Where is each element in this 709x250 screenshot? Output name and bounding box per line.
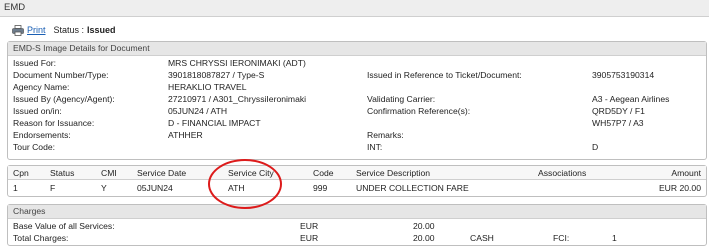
total-charges-label: Total Charges: <box>13 233 69 243</box>
charges-grid: Base Value of all Services: EUR 20.00 To… <box>8 219 706 246</box>
emd-details-heading: EMD-S Image Details for Document <box>8 42 706 56</box>
reason-label: Reason for Issuance: <box>13 118 95 128</box>
reason-value: D - FINANCIAL IMPACT <box>168 118 261 128</box>
status-label: Status : <box>53 25 85 35</box>
confirmation-reference-value-2: WH57P7 / A3 <box>592 118 644 128</box>
issued-for-value: MRS CHRYSSI IERONIMAKI (ADT) <box>168 58 306 68</box>
col-service-date: Service Date <box>137 168 187 178</box>
row-cmi: Y <box>101 183 107 193</box>
row-amount: EUR 20.00 <box>658 183 701 193</box>
col-code: Code <box>313 168 334 178</box>
agency-name-value: HERAKLIO TRAVEL <box>168 82 247 92</box>
services-table: Cpn Status CMI Service Date Service City… <box>7 165 707 197</box>
row-cpn: 1 <box>13 183 18 193</box>
base-value-currency: EUR <box>300 221 319 231</box>
col-cpn: Cpn <box>13 168 29 178</box>
col-status: Status <box>50 168 75 178</box>
int-value: D <box>592 142 599 152</box>
document-number-value: 3901818087827 / Type-S <box>168 70 265 80</box>
charges-panel: Charges Base Value of all Services: EUR … <box>7 204 707 246</box>
issued-on-label: Issued on/in: <box>13 106 62 116</box>
charges-heading: Charges <box>8 205 706 219</box>
printer-icon[interactable] <box>12 24 24 36</box>
row-service-date: 05JUN24 <box>137 183 173 193</box>
print-link[interactable]: Print <box>27 25 46 35</box>
total-charges-currency: EUR <box>300 233 319 243</box>
table-row[interactable]: 1 F Y 05JUN24 ATH 999 UNDER COLLECTION F… <box>8 180 706 196</box>
endorsements-value: ATHHER <box>168 130 203 140</box>
endorsements-label: Endorsements: <box>13 130 71 140</box>
base-value-label: Base Value of all Services: <box>13 221 115 231</box>
row-service-description: UNDER COLLECTION FARE <box>356 183 469 193</box>
emd-details-grid: Issued For: MRS CHRYSSI IERONIMAKI (ADT)… <box>8 56 706 160</box>
validating-carrier-label: Validating Carrier: <box>367 94 436 104</box>
int-label: INT: <box>367 142 383 152</box>
toolbar: Print Status : Issued <box>12 23 116 37</box>
payment-type: CASH <box>470 233 494 243</box>
col-cmi: CMI <box>101 168 117 178</box>
row-status: F <box>50 183 56 193</box>
row-code: 999 <box>313 183 328 193</box>
fci-value: 1 <box>612 233 617 243</box>
total-charges-amount: 20.00 <box>413 233 435 243</box>
issued-on-value: 05JUN24 / ATH <box>168 106 228 116</box>
emd-details-panel: EMD-S Image Details for Document Issued … <box>7 41 707 160</box>
status-value: Issued <box>87 25 116 35</box>
row-service-city: ATH <box>228 183 245 193</box>
confirmation-reference-value: QRD5DY / F1 <box>592 106 645 116</box>
services-header-row: Cpn Status CMI Service Date Service City… <box>8 166 706 180</box>
tour-code-label: Tour Code: <box>13 142 56 152</box>
fci-label: FCI: <box>553 233 570 243</box>
ticket-reference-label: Issued in Reference to Ticket/Document: <box>367 70 522 80</box>
document-number-label: Document Number/Type: <box>13 70 109 80</box>
confirmation-reference-label: Confirmation Reference(s): <box>367 106 471 116</box>
col-associations: Associations <box>538 168 587 178</box>
agency-name-label: Agency Name: <box>13 82 70 92</box>
col-service-city: Service City <box>228 168 274 178</box>
col-service-description: Service Description <box>356 168 431 178</box>
issued-for-label: Issued For: <box>13 58 56 68</box>
issued-by-label: Issued By (Agency/Agent): <box>13 94 115 104</box>
col-amount: Amount <box>671 168 701 178</box>
window-title: EMD <box>0 0 709 17</box>
base-value-amount: 20.00 <box>413 221 435 231</box>
issued-by-value: 27210971 / A301_ChryssiIeronimaki <box>168 94 307 104</box>
validating-carrier-value: A3 - Aegean Airlines <box>592 94 670 104</box>
remarks-label: Remarks: <box>367 130 404 140</box>
ticket-reference-value: 3905753190314 <box>592 70 655 80</box>
